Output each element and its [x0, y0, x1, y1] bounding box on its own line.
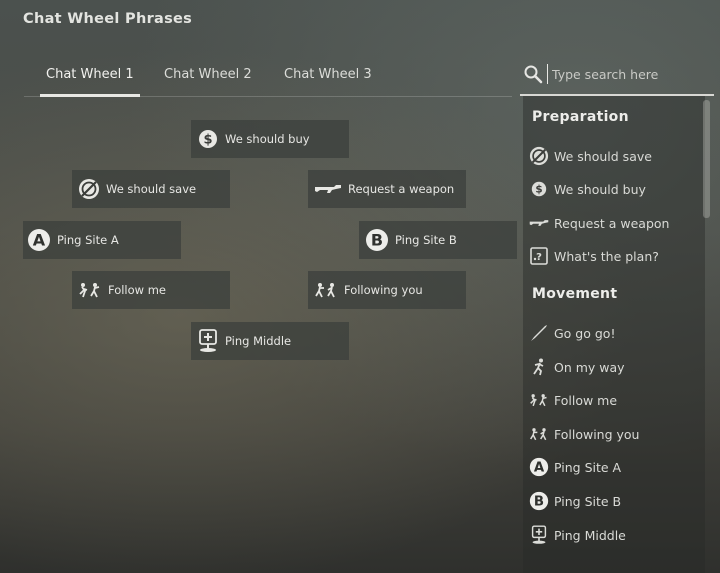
- search-icon[interactable]: [523, 64, 543, 84]
- list-item-label: We should buy: [554, 181, 646, 197]
- list-item-label: Go go go!: [554, 325, 616, 341]
- wheel-phrase-label: Following you: [344, 283, 423, 297]
- list-item-label: Ping Site A: [554, 459, 622, 475]
- site-b-icon: B: [529, 491, 549, 511]
- following-icon: [314, 279, 338, 301]
- list-item-ping-middle[interactable]: Ping Middle: [529, 522, 701, 548]
- follow-me-icon: [78, 279, 102, 301]
- tab-bar: Chat Wheel 1 Chat Wheel 2 Chat Wheel 3: [24, 64, 512, 97]
- dollar-icon: $: [197, 128, 219, 150]
- list-item-we-should-save[interactable]: We should save: [529, 143, 701, 169]
- wheel-phrase-ping-middle[interactable]: Ping Middle: [191, 322, 349, 360]
- list-item-label: Follow me: [554, 392, 618, 408]
- plan-icon: ?: [529, 246, 549, 266]
- section-title-preparation: Preparation: [532, 109, 629, 125]
- list-item-we-should-buy[interactable]: $ We should buy: [529, 176, 701, 202]
- wheel-phrase-label: Ping Site A: [57, 233, 119, 247]
- wheel-phrase-label: Ping Site B: [395, 233, 457, 247]
- list-item-label: We should save: [554, 148, 652, 164]
- list-item-go-go-go[interactable]: Go go go!: [529, 320, 701, 346]
- middle-icon: [197, 329, 219, 352]
- list-item-label: Ping Site B: [554, 493, 622, 509]
- search-box: [520, 60, 714, 96]
- wheel-phrase-request-weapon[interactable]: Request a weapon: [308, 170, 466, 208]
- no-money-icon: [78, 178, 100, 200]
- following-icon: [529, 424, 549, 444]
- tab-chat-wheel-1[interactable]: Chat Wheel 1: [40, 64, 140, 97]
- running-icon: [529, 357, 549, 377]
- svg-text:?: ?: [536, 252, 542, 263]
- site-a-icon: A: [529, 457, 549, 477]
- scrollbar-thumb[interactable]: [703, 100, 710, 218]
- svg-text:B: B: [534, 495, 544, 510]
- list-item-label: Following you: [554, 426, 640, 442]
- tab-chat-wheel-3[interactable]: Chat Wheel 3: [278, 64, 378, 94]
- wheel-phrase-label: We should buy: [225, 132, 310, 146]
- window-title: Chat Wheel Phrases: [23, 11, 193, 27]
- list-item-label: On my way: [554, 359, 625, 375]
- middle-icon: [529, 525, 549, 545]
- tab-chat-wheel-2[interactable]: Chat Wheel 2: [158, 64, 258, 94]
- list-item-whats-the-plan[interactable]: ? What's the plan?: [529, 243, 701, 269]
- rifle-icon: [314, 178, 342, 200]
- wheel-phrase-label: We should save: [106, 182, 197, 196]
- wheel-phrase-follow-me[interactable]: Follow me: [72, 271, 230, 309]
- svg-text:$: $: [535, 184, 542, 196]
- wheel-phrase-label: Ping Middle: [225, 334, 292, 348]
- list-item-label: What's the plan?: [554, 248, 659, 264]
- svg-text:B: B: [371, 231, 383, 250]
- svg-text:$: $: [203, 133, 212, 148]
- list-item-ping-site-b[interactable]: B Ping Site B: [529, 488, 701, 514]
- wheel-phrase-ping-site-a[interactable]: A Ping Site A: [23, 221, 181, 259]
- list-item-follow-me[interactable]: Follow me: [529, 387, 701, 413]
- wheel-phrase-label: Request a weapon: [348, 182, 455, 196]
- list-item-label: Ping Middle: [554, 527, 626, 543]
- wheel-phrase-ping-site-b[interactable]: B Ping Site B: [359, 221, 517, 259]
- wheel-phrase-following-you[interactable]: Following you: [308, 271, 466, 309]
- list-item-on-my-way[interactable]: On my way: [529, 354, 701, 380]
- site-b-icon: B: [365, 228, 389, 252]
- dollar-icon: $: [529, 179, 549, 199]
- wheel-phrase-we-should-buy[interactable]: $ We should buy: [191, 120, 349, 158]
- list-item-following-you[interactable]: Following you: [529, 421, 701, 447]
- search-input[interactable]: [552, 63, 708, 85]
- svg-text:A: A: [534, 461, 545, 476]
- section-title-movement: Movement: [532, 286, 618, 302]
- wheel-phrase-label: Follow me: [108, 283, 167, 297]
- knife-icon: [529, 323, 549, 343]
- list-item-ping-site-a[interactable]: A Ping Site A: [529, 454, 701, 480]
- svg-text:A: A: [33, 231, 46, 250]
- list-item-request-weapon[interactable]: Request a weapon: [529, 210, 701, 236]
- wheel-phrase-we-should-save[interactable]: We should save: [72, 170, 230, 208]
- list-item-label: Request a weapon: [554, 215, 670, 231]
- no-money-icon: [529, 146, 549, 166]
- follow-me-icon: [529, 390, 549, 410]
- rifle-icon: [529, 213, 549, 233]
- text-cursor: [547, 64, 548, 84]
- site-a-icon: A: [27, 228, 51, 252]
